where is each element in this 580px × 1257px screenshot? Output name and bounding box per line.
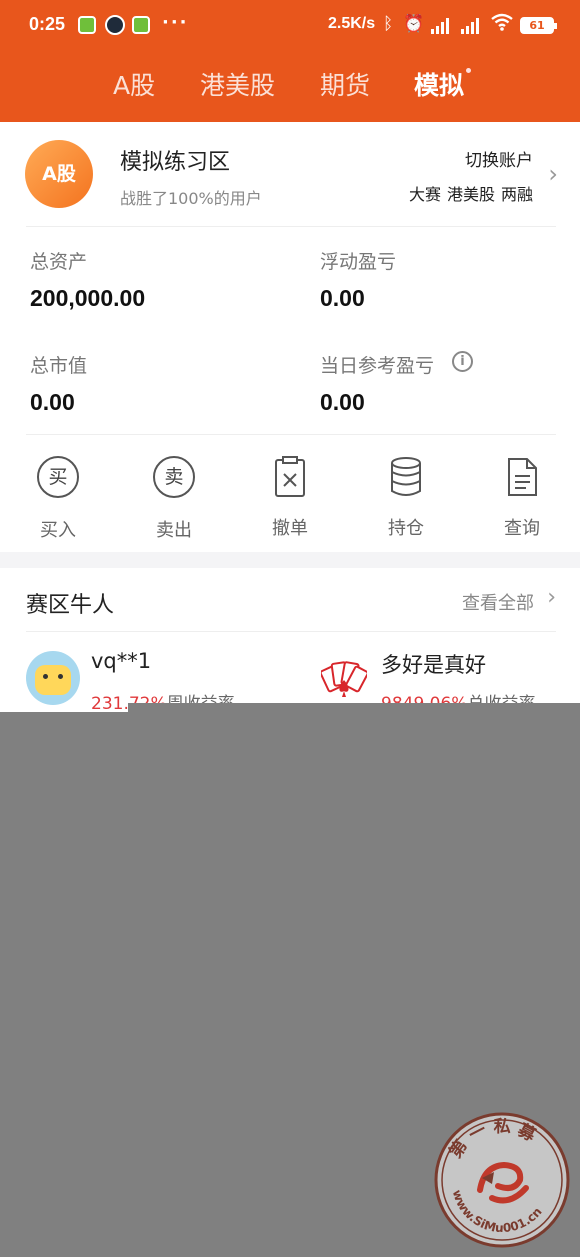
market-value-label: 总市值 [30,355,88,377]
switch-account-button[interactable]: 切换账户 [465,146,533,171]
total-assets-label: 总资产 [30,251,88,273]
market-value-value: 0.00 [30,389,75,415]
tab-simulation-label: 模拟 [414,71,465,100]
daily-pl-value: 0.00 [320,389,365,415]
divider [26,434,556,435]
battery-icon: 61 [520,17,557,34]
account-badge: A股 [25,140,93,208]
chevron-right-icon[interactable]: › [547,585,556,610]
cancel-order-icon [267,454,313,500]
user-name[interactable]: 多好是真好 [381,649,486,679]
tab-futures[interactable]: 期货 [320,66,370,102]
wifi-icon [490,12,514,37]
holdings-button[interactable]: 持仓 [366,454,446,540]
ranking-section: 赛区牛人 查看全部 › vq**1 231.72%周收益率 多好是真好 9849… [0,568,580,714]
floating-pl-value: 0.00 [320,285,365,311]
query-button[interactable]: 查询 [482,454,562,540]
app-shield-icon [78,16,96,34]
more-notifications-icon: ··· [162,12,189,33]
account-links: 大赛 港美股 两融 [403,181,533,205]
user-name[interactable]: vq**1 [91,649,151,673]
holdings-icon [383,454,429,500]
account-card: A股 模拟练习区 战胜了100%的用户 切换账户 大赛 港美股 两融 › 总资产 2… [0,122,580,554]
playing-cards-avatar-icon[interactable] [319,660,369,700]
holdings-label: 持仓 [388,518,424,539]
query-icon [499,454,545,500]
qq-icon [105,15,125,35]
account-link-margin[interactable]: 两融 [501,185,533,204]
alarm-icon: ⏰ [403,14,425,34]
buy-icon: 买 [35,456,81,502]
query-label: 查询 [504,518,540,539]
app-shield-icon [132,16,150,34]
top-header: 0:25 ··· 2.5K/s ᛒ ⏰ 61 A股 港美股 期货 模拟 [0,0,580,122]
buy-label: 买入 [40,520,76,541]
sell-button[interactable]: 卖 卖出 [134,454,214,542]
ranking-title: 赛区牛人 [26,593,115,618]
tab-hk-us-stocks[interactable]: 港美股 [200,66,275,102]
cancel-order-label: 撤单 [272,518,308,539]
account-subtitle: 战胜了100%的用户 [120,189,262,208]
market-tabs: A股 港美股 期货 模拟 [0,66,580,110]
divider [26,631,556,632]
sell-label: 卖出 [156,520,192,541]
user-avatar[interactable] [26,651,80,705]
bluetooth-icon: ᛒ [383,14,394,34]
buy-button[interactable]: 买 买入 [18,454,98,542]
tab-a-shares[interactable]: A股 [113,66,155,102]
info-icon[interactable]: i [452,351,473,372]
account-title: 模拟练习区 [120,150,231,175]
cow-avatar-icon [35,665,71,695]
daily-pl-label: 当日参考盈亏 [320,355,435,377]
watermark-seal: 第 一 私 募 www.SiMu001.cn [432,1110,572,1250]
account-link-hk-us[interactable]: 港美股 [447,185,495,204]
floating-pl-label: 浮动盈亏 [320,251,397,273]
status-time: 0:25 [29,14,66,34]
chevron-right-icon[interactable]: › [548,160,558,188]
cancel-order-button[interactable]: 撤单 [250,454,330,540]
section-separator [0,552,580,568]
sell-icon: 卖 [151,456,197,502]
total-assets-value: 200,000.00 [30,285,146,311]
tab-dot-indicator [466,68,472,73]
account-link-contest[interactable]: 大赛 [409,185,441,204]
status-bar: 0:25 ··· 2.5K/s ᛒ ⏰ 61 [0,0,580,52]
net-speed: 2.5K/s [328,15,376,32]
signal-icon [461,18,483,34]
signal-icon [431,18,453,34]
divider [26,226,556,227]
view-all-link[interactable]: 查看全部 [462,589,534,615]
tab-simulation[interactable]: 模拟 [414,66,472,102]
